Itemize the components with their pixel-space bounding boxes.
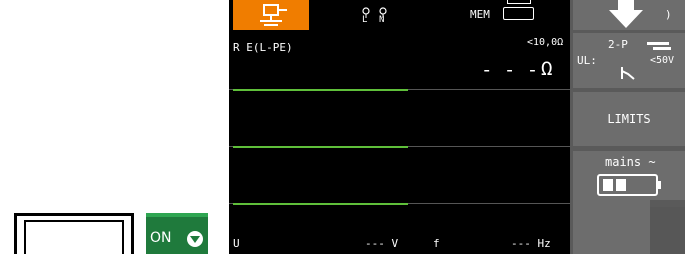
on-button-top: [146, 213, 208, 217]
softkey-blank[interactable]: [573, 200, 650, 254]
measured-unit: Ω: [541, 58, 553, 80]
memory-slot-icon: [507, 0, 531, 4]
memory-icon[interactable]: [503, 7, 534, 20]
battery-icon: [597, 174, 661, 196]
softkey-edge: [650, 207, 685, 254]
ul-label: UL:: [577, 54, 597, 67]
limits-button[interactable]: LIMITS: [573, 92, 685, 146]
softkey-mode[interactable]: 2-P UL: <50V: [573, 33, 685, 88]
function-tab-active[interactable]: [233, 0, 309, 30]
earth-ground-icon: [260, 4, 287, 26]
pin-n-label: N: [379, 15, 385, 25]
mem-label: MEM: [470, 8, 490, 21]
display-frame-inner: [24, 220, 124, 254]
divider-accent: [233, 146, 408, 148]
pin-l-label: L: [362, 15, 368, 25]
voltage-value: --- V: [365, 237, 399, 250]
divider-accent: [233, 89, 408, 91]
softkey-top[interactable]: ): [573, 0, 685, 30]
limit-value: <10,0Ω: [527, 37, 564, 48]
mains-label: mains ~: [605, 155, 656, 169]
mode-label: 2-P: [608, 38, 628, 51]
on-label: ON: [150, 230, 172, 246]
lcd-screen: [229, 0, 570, 254]
measure-label: R E(L-PE): [233, 41, 293, 54]
divider-accent: [233, 203, 408, 205]
measured-value: - - -: [481, 59, 539, 81]
voltage-label: U: [233, 237, 240, 250]
chevron-down-icon: [187, 231, 203, 247]
waveform-icon: [621, 67, 635, 80]
mains-button[interactable]: mains ~: [573, 151, 685, 200]
freq-label: f: [433, 237, 440, 250]
ul-value: <50V: [650, 55, 675, 66]
probe-cable-icon: [647, 42, 671, 50]
down-arrow-icon: [609, 0, 643, 28]
freq-value: --- Hz: [511, 237, 551, 250]
